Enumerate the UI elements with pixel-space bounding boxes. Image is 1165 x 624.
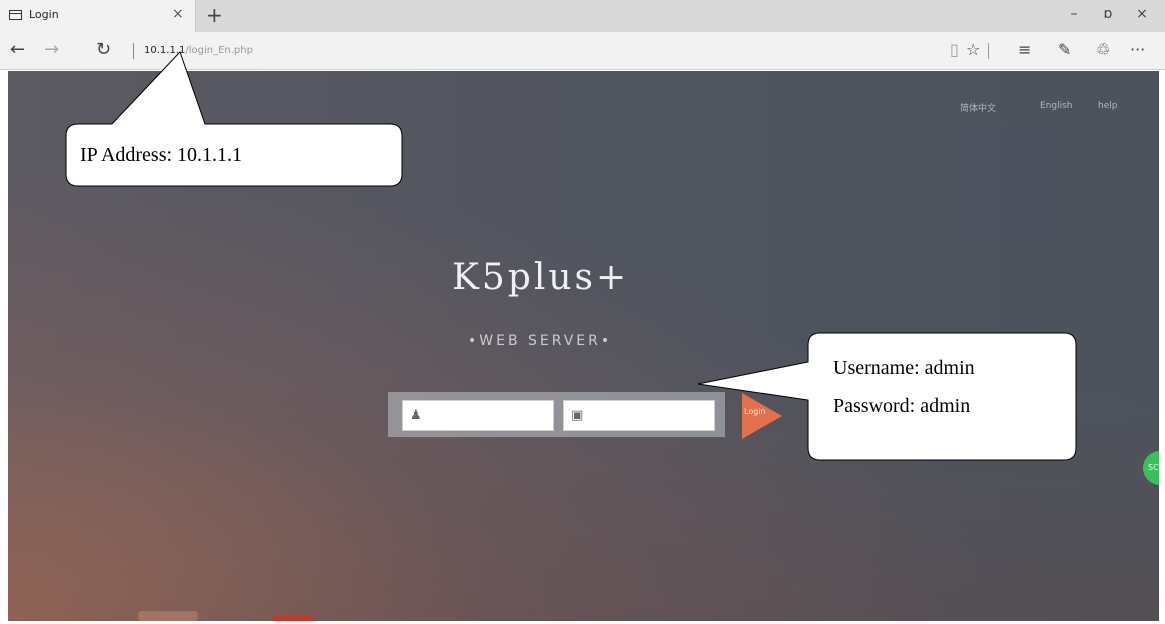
footer-mark (138, 611, 198, 621)
refresh-button[interactable]: ↻ (96, 40, 111, 60)
favorite-star-icon[interactable]: ☆ (966, 41, 980, 59)
forward-button[interactable]: → (44, 40, 59, 60)
hub-icon[interactable]: ≡ (1018, 41, 1031, 59)
browser-tab[interactable]: Login × (0, 0, 196, 32)
password-input[interactable] (588, 405, 710, 427)
close-window-button[interactable]: × (1132, 6, 1152, 22)
reading-view-icon[interactable]: ▯ (950, 41, 959, 59)
tab-title: Login (29, 8, 59, 21)
address-divider (133, 43, 134, 59)
lock-icon: ▣ (571, 408, 584, 423)
page-icon (9, 10, 22, 20)
user-icon: ♟ (410, 408, 422, 423)
minimize-button[interactable]: – (1064, 6, 1084, 22)
language-chinese-link[interactable]: 简体中文 (960, 101, 996, 114)
more-icon[interactable]: ··· (1130, 41, 1145, 59)
share-icon[interactable]: ♲ (1096, 41, 1110, 59)
footer-accent (273, 616, 313, 621)
address-bar: ← → ↻ 10.1.1.1/login_En.php ▯ ☆ ≡ ✎ ♲ ··… (0, 32, 1165, 70)
restore-button[interactable]: ɒ (1098, 6, 1118, 22)
password-callout-text: Password: admin (833, 395, 971, 417)
toolbar-divider (988, 43, 989, 59)
web-note-icon[interactable]: ✎ (1058, 41, 1071, 59)
language-english-link[interactable]: English (1040, 101, 1073, 111)
url-path: /login_En.php (185, 45, 253, 56)
url-host: 10.1.1.1 (144, 45, 186, 56)
new-tab-button[interactable]: + (206, 3, 223, 27)
username-field[interactable]: ♟ (402, 400, 554, 431)
login-button-label[interactable]: Login (744, 407, 766, 416)
url-field[interactable]: 10.1.1.1/login_En.php (144, 45, 253, 56)
help-link[interactable]: help (1098, 101, 1117, 111)
username-callout-text: Username: admin (833, 357, 975, 379)
login-button[interactable] (742, 393, 782, 439)
username-input[interactable] (427, 405, 549, 427)
password-field[interactable]: ▣ (563, 400, 715, 431)
chat-badge[interactable]: SC (1143, 451, 1159, 485)
product-logo: K5plus+ (452, 257, 630, 298)
ip-callout-text: IP Address: 10.1.1.1 (80, 144, 243, 166)
login-form: ♟ ▣ (388, 392, 725, 437)
tab-bar: Login × + – ɒ × (0, 0, 1165, 32)
back-button[interactable]: ← (10, 40, 25, 60)
web-server-subtitle: •WEB SERVER• (468, 333, 613, 349)
tab-close-button[interactable]: × (172, 6, 184, 22)
